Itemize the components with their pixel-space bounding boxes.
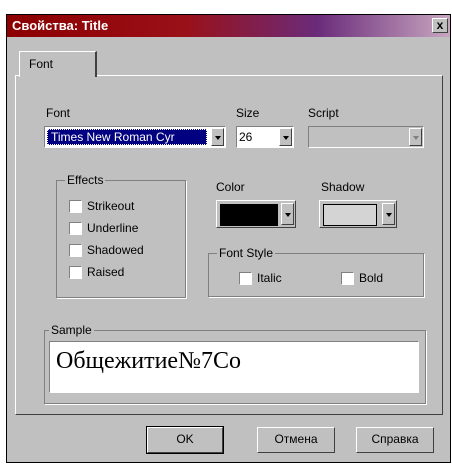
shadowed-label: Shadowed xyxy=(87,243,144,257)
italic-checkbox[interactable]: Italic xyxy=(239,271,309,287)
bold-label: Bold xyxy=(359,271,384,285)
strikeout-checkbox[interactable]: Strikeout xyxy=(69,199,179,215)
color-picker-button[interactable] xyxy=(216,200,296,228)
script-label: Script xyxy=(308,106,339,120)
raised-checkbox[interactable]: Raised xyxy=(69,265,179,281)
bold-checkbox[interactable]: Bold xyxy=(341,271,411,287)
shadowed-checkbox[interactable]: Shadowed xyxy=(69,243,179,259)
chevron-down-icon xyxy=(285,213,291,217)
close-button[interactable]: x xyxy=(432,18,448,33)
checkbox-box[interactable] xyxy=(69,222,82,235)
font-style-group-title: Font Style xyxy=(217,246,276,260)
underline-label: Underline xyxy=(87,221,139,235)
font-combo-value: Times New Roman Cyr xyxy=(47,129,207,145)
shadow-dropdown-button[interactable] xyxy=(382,203,395,225)
chevron-down-icon xyxy=(215,136,221,140)
chevron-down-icon xyxy=(413,136,419,140)
effects-group: Effects Strikeout Underline Shadowed Rai… xyxy=(56,173,186,298)
font-dropdown-button[interactable] xyxy=(211,128,224,146)
chevron-down-icon xyxy=(283,136,289,140)
font-label: Font xyxy=(46,106,71,120)
tab-panel: Font Times New Roman Cyr Size 26 Script … xyxy=(15,75,443,415)
sample-group: Sample Общежитие№7Со xyxy=(44,323,426,404)
sample-text: Общежитие№7Со xyxy=(56,348,241,374)
size-combo-value: 26 xyxy=(239,130,253,144)
effects-group-title: Effects xyxy=(65,173,106,187)
checkbox-box[interactable] xyxy=(69,200,82,213)
shadow-picker-button[interactable] xyxy=(319,200,397,228)
tab-font[interactable]: Font xyxy=(19,51,97,77)
ok-button[interactable]: OK xyxy=(146,426,224,454)
close-icon: x xyxy=(436,18,444,32)
title-bar[interactable]: Свойства: Title x xyxy=(7,15,450,37)
script-combo-value xyxy=(309,127,311,147)
tab-font-label: Font xyxy=(29,57,54,71)
shadow-label: Shadow xyxy=(321,180,365,194)
script-dropdown-button[interactable] xyxy=(409,128,422,146)
size-combo[interactable]: 26 xyxy=(236,126,294,148)
shadow-swatch xyxy=(323,204,377,226)
script-combo[interactable] xyxy=(308,126,424,148)
sample-preview: Общежитие№7Со xyxy=(49,341,419,393)
chevron-down-icon xyxy=(386,213,392,217)
color-swatch xyxy=(220,204,278,226)
checkbox-box[interactable] xyxy=(69,244,82,257)
properties-dialog: Свойства: Title x Font Font Times New Ro… xyxy=(6,14,451,463)
color-dropdown-button[interactable] xyxy=(281,203,294,225)
font-combo[interactable]: Times New Roman Cyr xyxy=(44,126,226,148)
strikeout-label: Strikeout xyxy=(87,199,135,213)
underline-checkbox[interactable]: Underline xyxy=(69,221,179,237)
checkbox-box[interactable] xyxy=(239,272,252,285)
window-title: Свойства: Title xyxy=(12,18,109,33)
sample-group-title: Sample xyxy=(49,323,94,337)
font-style-group: Font Style Italic Bold xyxy=(208,246,424,297)
color-label: Color xyxy=(216,180,245,194)
checkbox-box[interactable] xyxy=(341,272,354,285)
checkbox-box[interactable] xyxy=(69,266,82,279)
raised-label: Raised xyxy=(87,265,125,279)
size-dropdown-button[interactable] xyxy=(279,128,292,146)
help-button[interactable]: Справка xyxy=(356,427,434,453)
italic-label: Italic xyxy=(257,271,282,285)
cancel-button[interactable]: Отмена xyxy=(257,427,335,453)
size-label: Size xyxy=(236,106,260,120)
